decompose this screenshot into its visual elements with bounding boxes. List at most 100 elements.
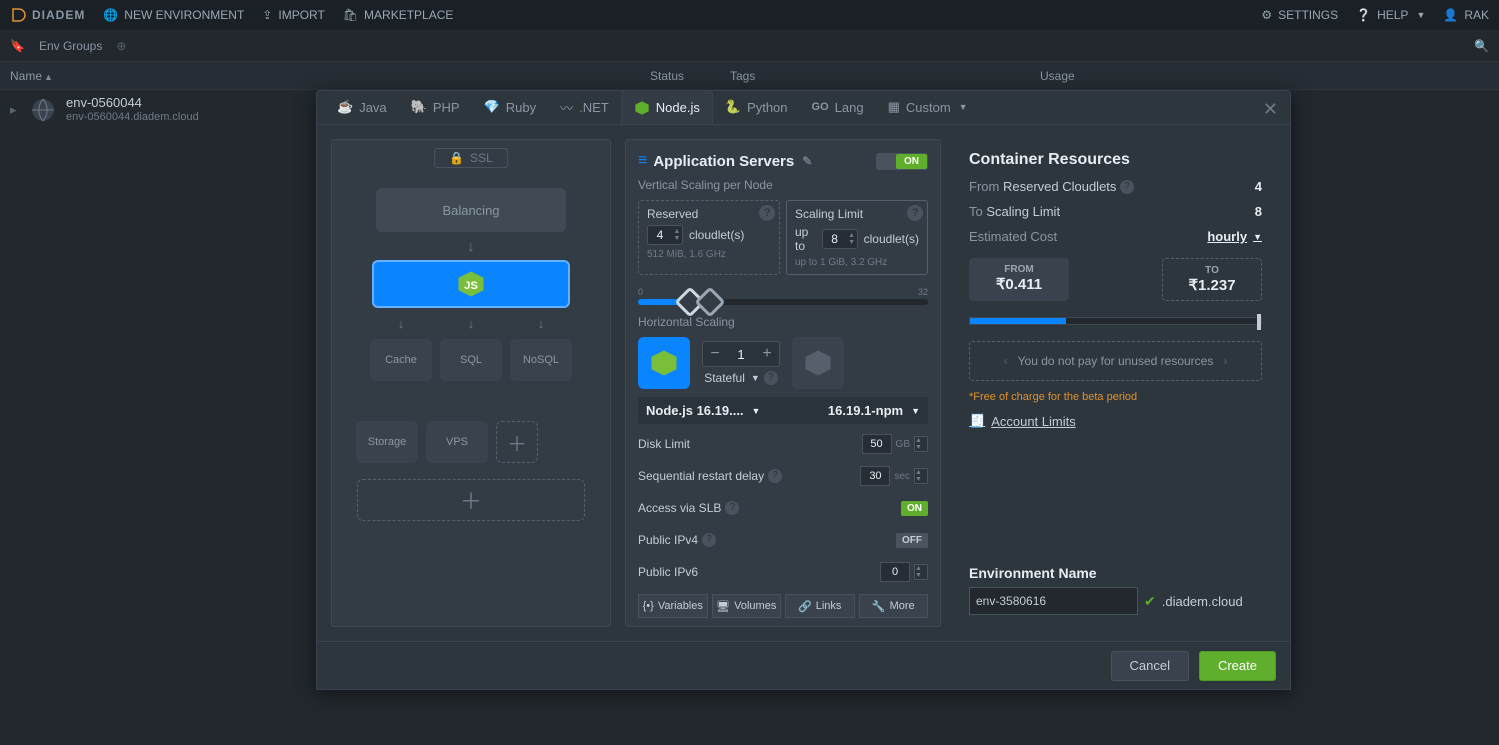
reserved-foot: 512 MiB, 1.6 GHz	[647, 249, 771, 260]
chevron-right-icon[interactable]: ›	[1223, 354, 1227, 368]
limit-card: Scaling Limit ? up to ▲▼ cloudlet(s) up …	[786, 200, 928, 275]
est-cost-label: Estimated Cost	[969, 229, 1057, 244]
cache-block[interactable]: Cache	[370, 339, 432, 381]
java-icon: ☕	[337, 99, 353, 115]
restart-input[interactable]	[860, 466, 890, 486]
app-server-block[interactable]: JS	[372, 260, 570, 308]
limit-input[interactable]	[823, 232, 847, 246]
hscale-primary-icon[interactable]	[638, 337, 690, 389]
ipv4-toggle[interactable]: OFF	[896, 533, 928, 548]
disk-limit-input[interactable]	[862, 434, 892, 454]
col-tags[interactable]: Tags	[730, 69, 1040, 83]
tab-custom[interactable]: ▦Custom▼	[876, 90, 980, 124]
check-icon: ✔	[1144, 593, 1156, 610]
sql-block[interactable]: SQL	[440, 339, 502, 381]
hscale-plus[interactable]: +	[755, 342, 779, 366]
free-note: *Free of charge for the beta period	[969, 391, 1262, 403]
vscale-label: Vertical Scaling per Node	[638, 178, 928, 192]
col-usage[interactable]: Usage	[1040, 69, 1489, 83]
help-icon[interactable]: ?	[768, 469, 782, 483]
create-button[interactable]: Create	[1199, 651, 1276, 681]
python-icon: 🐍	[725, 99, 741, 115]
bars-icon: ≡	[638, 152, 645, 170]
chevron-left-icon[interactable]: ‹	[1004, 354, 1008, 368]
env-host: env-0560044.diadem.cloud	[66, 110, 199, 125]
top-bar: DIADEM 🌐 NEW ENVIRONMENT ⇪ IMPORT 🛍 MARK…	[0, 0, 1499, 30]
user-label: RAK	[1464, 8, 1489, 22]
tag-dropdown[interactable]: 16.19.1-npm▼	[787, 403, 920, 418]
edit-icon[interactable]: ✎	[802, 154, 812, 168]
col-name[interactable]: Name▲	[10, 69, 650, 83]
create-environment-modal: ✕ ☕Java 🐘PHP 💎Ruby 〰.NET Node.js 🐍Python…	[316, 90, 1291, 690]
settings-button[interactable]: ⚙ SETTINGS	[1261, 8, 1338, 22]
nosql-block[interactable]: NoSQL	[510, 339, 572, 381]
help-icon[interactable]: ?	[702, 533, 716, 547]
user-menu[interactable]: 👤 RAK	[1443, 8, 1489, 22]
tab-java[interactable]: ☕Java	[325, 90, 399, 124]
close-button[interactable]: ✕	[1263, 99, 1278, 120]
vps-block[interactable]: VPS	[426, 421, 488, 463]
more-button[interactable]: 🔧More	[859, 594, 929, 618]
hscale-secondary-icon[interactable]	[792, 337, 844, 389]
version-dropdown[interactable]: Node.js 16.19....▼	[646, 403, 779, 418]
account-limits-link[interactable]: 🧾Account Limits	[969, 413, 1262, 429]
env-name-label: Environment Name	[969, 565, 1262, 581]
user-icon: 👤	[1443, 8, 1458, 22]
tab-php[interactable]: 🐘PHP	[399, 90, 472, 124]
cancel-button[interactable]: Cancel	[1111, 651, 1189, 681]
reserved-stepper[interactable]: ▲▼	[647, 225, 683, 245]
help-menu[interactable]: ❔ HELP ▼	[1356, 8, 1425, 22]
col-status[interactable]: Status	[650, 69, 730, 83]
help-icon[interactable]: ?	[759, 205, 775, 221]
help-icon[interactable]: ?	[1120, 180, 1134, 194]
resource-hint: ‹ You do not pay for unused resources ›	[969, 341, 1262, 381]
chevron-down-icon: ▼	[959, 102, 968, 112]
nodejs-hex-icon: JS	[456, 269, 486, 299]
stepper-icon[interactable]: ▲▼	[914, 564, 928, 580]
search-icon[interactable]: 🔍	[1474, 39, 1489, 53]
marketplace-button[interactable]: 🛍 MARKETPLACE	[343, 8, 454, 22]
volumes-button[interactable]: 🖥Volumes	[712, 594, 782, 618]
ruby-icon: 💎	[484, 99, 500, 115]
layer-toggle[interactable]: ON	[876, 153, 928, 170]
env-name-input[interactable]	[969, 587, 1138, 615]
stepper-icon[interactable]: ▲▼	[914, 468, 928, 484]
tab-go[interactable]: GOLang	[800, 90, 876, 124]
storage-block[interactable]: Storage	[356, 421, 418, 463]
tab-nodejs[interactable]: Node.js	[621, 90, 713, 124]
tab-python[interactable]: 🐍Python	[713, 90, 800, 124]
disclosure-icon[interactable]: ▸	[10, 102, 20, 118]
limit-stepper[interactable]: ▲▼	[822, 229, 858, 249]
add-group-icon[interactable]: ⊕	[116, 39, 126, 53]
tab-dotnet[interactable]: 〰.NET	[548, 90, 621, 124]
reserved-input[interactable]	[648, 228, 672, 242]
brand-logo: DIADEM	[10, 6, 85, 24]
cost-slider	[969, 317, 1262, 325]
config-panel: ≡ Application Servers ✎ ON Vertical Scal…	[625, 139, 941, 627]
help-icon[interactable]: ?	[907, 205, 923, 221]
help-icon[interactable]: ?	[725, 501, 739, 515]
stepper-icon[interactable]: ▲▼	[914, 436, 928, 452]
slb-label: Access via SLB	[638, 501, 721, 515]
stateful-dropdown[interactable]: Stateful▼?	[704, 371, 778, 385]
topology-panel: 🔒SSL Balancing ↓ JS ↓↓↓ Cache SQL NoSQL …	[331, 139, 611, 627]
add-extra-button[interactable]: ＋	[496, 421, 538, 463]
new-environment-button[interactable]: 🌐 NEW ENVIRONMENT	[103, 8, 244, 22]
help-icon[interactable]: ?	[764, 371, 778, 385]
tag-icon: 🔖	[10, 39, 25, 53]
tab-ruby[interactable]: 💎Ruby	[472, 90, 549, 124]
ssl-toggle[interactable]: 🔒SSL	[434, 148, 508, 168]
balancing-block[interactable]: Balancing	[376, 188, 566, 232]
import-button[interactable]: ⇪ IMPORT	[262, 8, 325, 22]
slb-toggle[interactable]: ON	[901, 501, 928, 516]
env-groups-label[interactable]: Env Groups	[39, 39, 102, 53]
cloudlet-slider[interactable]: 032	[638, 287, 928, 305]
links-button[interactable]: 🔗Links	[785, 594, 855, 618]
ipv6-input[interactable]	[880, 562, 910, 582]
hscale-minus[interactable]: −	[703, 342, 727, 366]
add-layer-button[interactable]: ＋	[357, 479, 585, 521]
environment-icon	[30, 97, 56, 123]
brand-text: DIADEM	[32, 8, 85, 22]
period-dropdown[interactable]: hourly▼	[1207, 229, 1262, 244]
variables-button[interactable]: {•}Variables	[638, 594, 708, 618]
